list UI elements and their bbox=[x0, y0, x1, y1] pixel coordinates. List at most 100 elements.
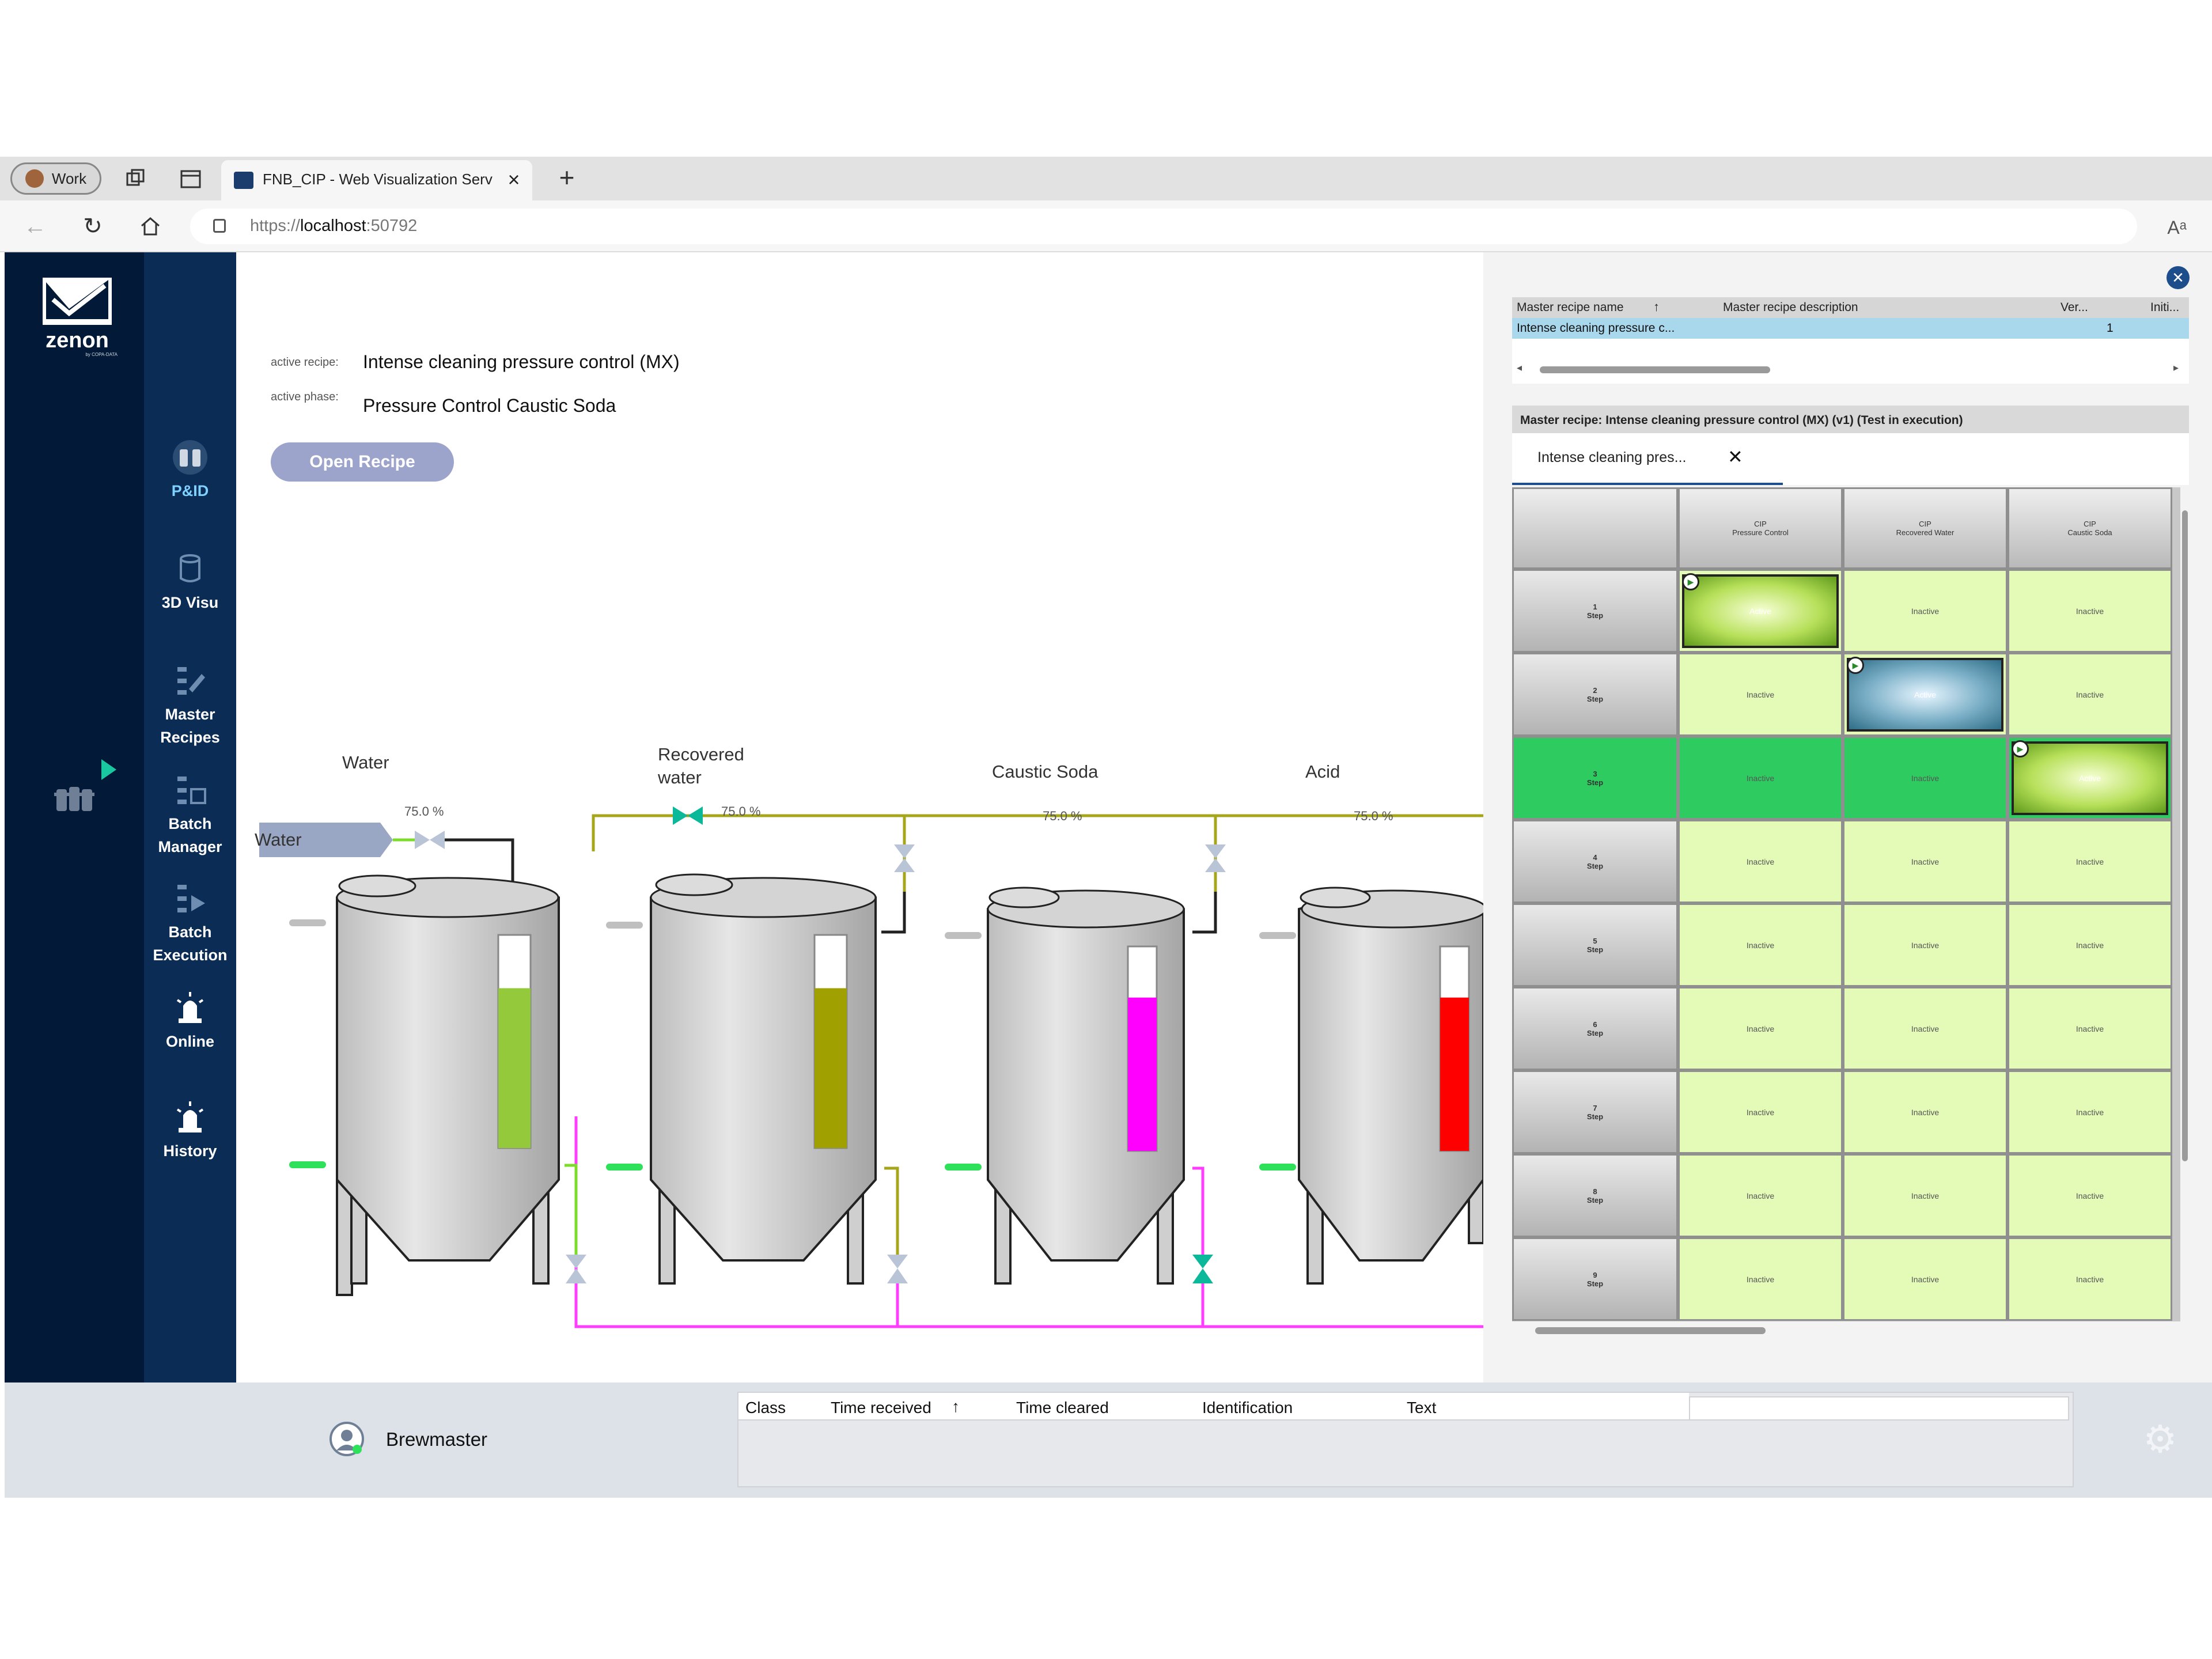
step-cell[interactable]: Inactive bbox=[1678, 1070, 1843, 1154]
tank-caustic-soda[interactable] bbox=[987, 887, 1185, 1285]
phase-block[interactable]: Inactive bbox=[2076, 1275, 2104, 1284]
step-cell[interactable]: Inactive bbox=[2008, 1237, 2172, 1321]
nav-item-pid[interactable]: P&ID bbox=[144, 439, 236, 502]
tank-acid[interactable] bbox=[1298, 887, 1483, 1285]
phase-block[interactable]: Inactive bbox=[1747, 857, 1774, 866]
scroll-left-icon[interactable]: ◂ bbox=[1517, 362, 1522, 374]
step-cell[interactable]: ▶ Active bbox=[1678, 569, 1843, 653]
phase-block[interactable]: Inactive bbox=[2076, 1024, 2104, 1033]
phase-block[interactable]: Inactive bbox=[1747, 1191, 1774, 1200]
phase-block[interactable]: Inactive bbox=[2076, 941, 2104, 950]
phase-block[interactable]: Inactive bbox=[1911, 1024, 1939, 1033]
phase-block-active[interactable]: Active bbox=[1682, 574, 1839, 648]
phase-block[interactable]: Inactive bbox=[1911, 1108, 1939, 1117]
step-cell[interactable]: Inactive bbox=[1678, 1154, 1843, 1237]
step-row-header[interactable]: 6 Step bbox=[1512, 987, 1678, 1070]
water-outlet-valve-icon[interactable] bbox=[566, 1255, 586, 1283]
play-marker-icon[interactable]: ▶ bbox=[2012, 740, 2029, 757]
grid-scroll-thumb[interactable] bbox=[2182, 510, 2188, 1161]
refresh-icon[interactable]: ↻ bbox=[78, 212, 107, 241]
tank-water[interactable] bbox=[336, 874, 560, 1296]
phase-block[interactable]: Inactive bbox=[1911, 941, 1939, 950]
grid-vertical-scrollbar[interactable] bbox=[2180, 487, 2189, 1328]
step-cell[interactable]: Inactive bbox=[1678, 903, 1843, 987]
profile-button[interactable]: Work bbox=[10, 162, 101, 195]
step-row-header[interactable]: 3 Step bbox=[1512, 736, 1678, 820]
phase-block[interactable]: Inactive bbox=[2076, 607, 2104, 616]
water-inlet-valve-icon[interactable] bbox=[415, 831, 445, 849]
scroll-thumb[interactable] bbox=[1540, 366, 1770, 373]
phase-block[interactable]: Inactive bbox=[1911, 857, 1939, 866]
step-row-header[interactable]: 8 Step bbox=[1512, 1154, 1678, 1237]
step-cell[interactable]: Inactive bbox=[1843, 903, 2008, 987]
phase-block-active[interactable]: Active bbox=[1847, 657, 2003, 732]
scroll-right-icon[interactable]: ▸ bbox=[2173, 362, 2179, 374]
column-identification[interactable]: Identification bbox=[1202, 1399, 1293, 1417]
step-cell[interactable]: Inactive bbox=[1843, 569, 2008, 653]
close-recipe-tab-icon[interactable]: ✕ bbox=[1728, 446, 1743, 468]
recovered-outlet-valve-icon[interactable] bbox=[887, 1255, 908, 1283]
alarm-filter-field[interactable] bbox=[1689, 1396, 2069, 1421]
phase-block[interactable]: Inactive bbox=[2076, 857, 2104, 866]
phase-block[interactable]: Inactive bbox=[1747, 941, 1774, 950]
step-cell[interactable]: Inactive bbox=[1678, 820, 1843, 903]
table-row[interactable]: Intense cleaning pressure c... 1 bbox=[1512, 318, 2189, 339]
column-name[interactable]: Master recipe name bbox=[1517, 301, 1624, 315]
phase-block[interactable]: Inactive bbox=[2076, 690, 2104, 699]
close-panel-icon[interactable]: ✕ bbox=[2166, 266, 2190, 289]
nav-item-online[interactable]: Online bbox=[144, 990, 236, 1053]
user-avatar[interactable] bbox=[328, 1421, 365, 1457]
grid-scroll-thumb-horizontal[interactable] bbox=[1535, 1327, 1766, 1334]
step-cell[interactable]: Inactive bbox=[1843, 736, 2008, 820]
caustic-outlet-valve-icon[interactable] bbox=[1192, 1255, 1213, 1283]
nav-item-batch-manager[interactable]: Batch Manager bbox=[144, 772, 236, 858]
expand-nav-icon[interactable] bbox=[101, 759, 116, 780]
step-cell[interactable]: Inactive bbox=[2008, 903, 2172, 987]
column-text[interactable]: Text bbox=[1407, 1399, 1436, 1417]
column-initial[interactable]: Initi... bbox=[2150, 301, 2179, 315]
step-cell[interactable]: Inactive bbox=[2008, 653, 2172, 736]
step-cell[interactable]: Inactive bbox=[2008, 569, 2172, 653]
new-tab-button[interactable]: + bbox=[551, 161, 583, 194]
step-cell[interactable]: Inactive bbox=[1678, 653, 1843, 736]
caustic-inlet-valve-icon[interactable] bbox=[1205, 844, 1226, 872]
step-cell[interactable]: ▶ Active bbox=[1843, 653, 2008, 736]
read-aloud-icon[interactable]: Aᵃ bbox=[2162, 213, 2191, 242]
home-icon[interactable] bbox=[136, 212, 165, 241]
column-header[interactable]: CIP Recovered Water bbox=[1843, 487, 2008, 569]
step-cell[interactable]: Inactive bbox=[1678, 736, 1843, 820]
step-cell[interactable]: Inactive bbox=[2008, 1070, 2172, 1154]
step-cell[interactable]: Inactive bbox=[1843, 1237, 2008, 1321]
tank-recovered-water[interactable] bbox=[650, 873, 877, 1285]
phase-block[interactable]: Inactive bbox=[2076, 1191, 2104, 1200]
step-row-header[interactable]: 5 Step bbox=[1512, 903, 1678, 987]
workspaces-icon[interactable] bbox=[121, 165, 150, 194]
step-cell[interactable]: Inactive bbox=[1843, 1154, 2008, 1237]
phase-block[interactable]: Inactive bbox=[1747, 774, 1774, 783]
step-cell[interactable]: Inactive bbox=[1843, 1070, 2008, 1154]
browser-tab-active[interactable]: FNB_CIP - Web Visualization Serv × bbox=[221, 160, 532, 200]
plant-icon[interactable] bbox=[54, 782, 94, 813]
close-tab-icon[interactable]: × bbox=[502, 168, 525, 191]
step-cell[interactable]: Inactive bbox=[2008, 820, 2172, 903]
phase-block[interactable]: Inactive bbox=[1911, 607, 1939, 616]
phase-block[interactable]: Inactive bbox=[1911, 1275, 1939, 1284]
back-icon[interactable]: ← bbox=[21, 212, 50, 241]
tab-actions-icon[interactable] bbox=[176, 165, 205, 194]
settings-gear-icon[interactable]: ⚙ bbox=[2138, 1417, 2182, 1461]
step-cell[interactable]: Inactive bbox=[2008, 987, 2172, 1070]
play-marker-icon[interactable]: ▶ bbox=[1682, 573, 1699, 590]
step-row-header[interactable]: 1 Step bbox=[1512, 569, 1678, 653]
column-time-cleared[interactable]: Time cleared bbox=[1016, 1399, 1109, 1417]
phase-block[interactable]: Inactive bbox=[1747, 1275, 1774, 1284]
horizontal-scrollbar[interactable]: ◂ ▸ bbox=[1517, 362, 2185, 376]
tab-recipe[interactable]: Intense cleaning pres... ✕ bbox=[1512, 433, 1783, 485]
column-header[interactable]: CIP Pressure Control bbox=[1678, 487, 1843, 569]
header-valve-icon[interactable] bbox=[673, 806, 703, 825]
step-cell[interactable]: Inactive bbox=[2008, 1154, 2172, 1237]
step-row-header[interactable]: 7 Step bbox=[1512, 1070, 1678, 1154]
step-cell[interactable]: Inactive bbox=[1678, 1237, 1843, 1321]
column-time-received[interactable]: Time received bbox=[831, 1399, 931, 1417]
step-row-header[interactable]: 2 Step bbox=[1512, 653, 1678, 736]
nav-item-history[interactable]: History bbox=[144, 1099, 236, 1162]
